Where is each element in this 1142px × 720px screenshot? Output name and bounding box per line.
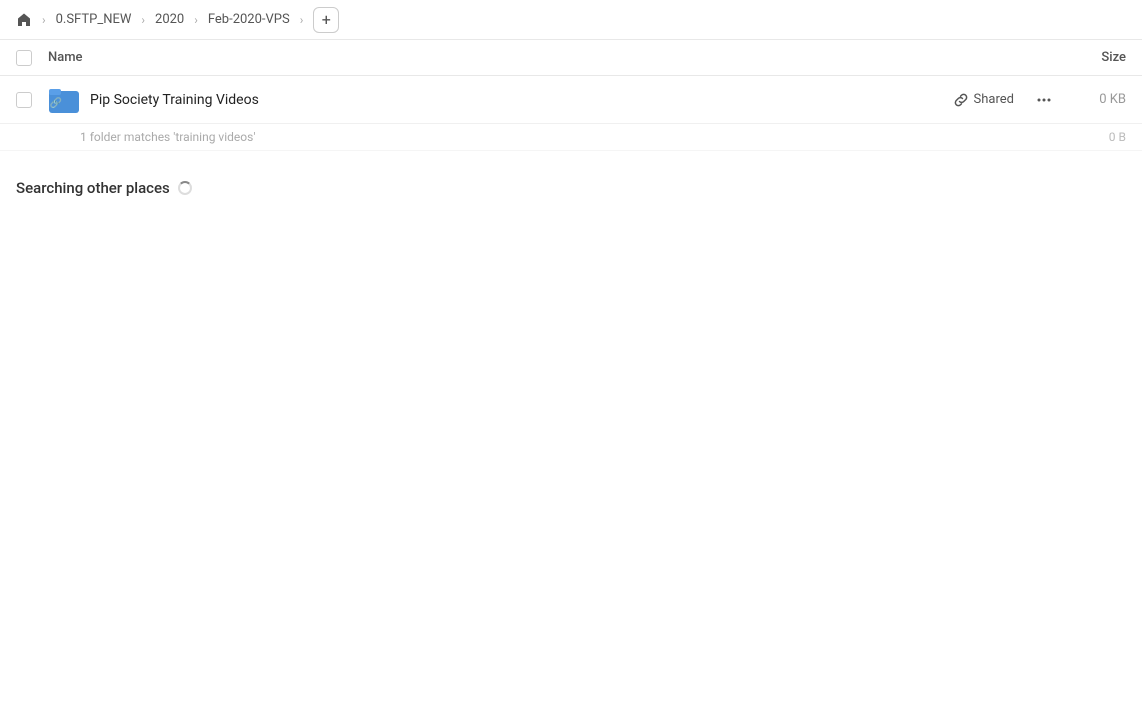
file-shared-pip: Shared — [954, 92, 1014, 107]
breadcrumb-2020[interactable]: 2020 — [151, 10, 188, 29]
breadcrumb-sep-2: › — [141, 13, 145, 27]
breadcrumb-bar: › 0.SFTP_NEW › 2020 › Feb-2020-VPS › + — [0, 0, 1142, 40]
breadcrumb-sftp[interactable]: 0.SFTP_NEW — [52, 10, 136, 29]
file-size-pip: 0 KB — [1066, 92, 1126, 107]
searching-title: Searching other places — [16, 179, 1126, 197]
header-checkbox-box[interactable] — [16, 50, 32, 66]
more-options-button[interactable] — [1030, 86, 1058, 114]
loading-spinner — [178, 181, 192, 195]
file-name-pip: Pip Society Training Videos — [90, 92, 954, 108]
svg-text:🔗: 🔗 — [50, 96, 63, 109]
match-size-text: 0 B — [1109, 130, 1126, 144]
column-header: Name Size — [0, 40, 1142, 76]
column-name-header: Name — [48, 50, 1046, 65]
home-button[interactable] — [12, 8, 36, 32]
breadcrumb-feb2020[interactable]: Feb-2020-VPS — [204, 10, 294, 29]
folder-icon-pip: 🔗 — [48, 84, 80, 116]
match-count-text: 1 folder matches 'training videos' — [80, 130, 255, 144]
file-checkbox-pip[interactable] — [16, 92, 40, 108]
breadcrumb-sep-1: › — [42, 13, 46, 27]
link-icon — [954, 93, 968, 107]
searching-section: Searching other places — [0, 151, 1142, 207]
match-count-row: 1 folder matches 'training videos' 0 B — [0, 124, 1142, 151]
folder-svg: 🔗 — [49, 87, 79, 113]
checkbox-box-pip[interactable] — [16, 92, 32, 108]
column-size-header: Size — [1046, 50, 1126, 65]
breadcrumb-sep-3: › — [194, 13, 198, 27]
breadcrumb-sep-4: › — [300, 13, 304, 27]
shared-label: Shared — [974, 92, 1014, 107]
more-dots-icon — [1036, 92, 1052, 108]
searching-title-text: Searching other places — [16, 179, 170, 197]
header-checkbox[interactable] — [16, 50, 40, 66]
add-tab-button[interactable]: + — [313, 7, 339, 33]
file-row-pip-society[interactable]: 🔗 Pip Society Training Videos Shared 0 K… — [0, 76, 1142, 124]
